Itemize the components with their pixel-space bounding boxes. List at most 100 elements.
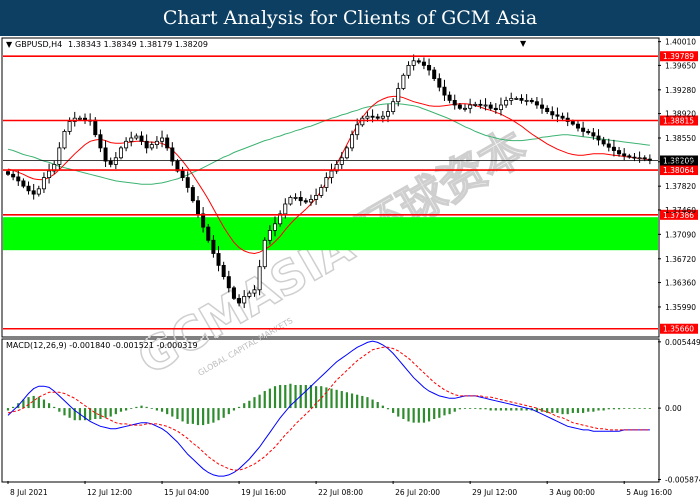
macd-histogram-bar (53, 406, 56, 409)
macd-histogram-bar (433, 408, 436, 420)
candle-body (124, 140, 129, 149)
y-tick-label: 1.37090 (665, 230, 696, 239)
candle-body (611, 146, 616, 151)
candle-body (560, 115, 565, 119)
candle-body (401, 74, 406, 89)
macd-histogram-bar (114, 408, 117, 415)
candle-body (314, 195, 319, 200)
candle-body (380, 115, 385, 119)
candle-body (575, 123, 580, 129)
x-tick-label: 5 Aug 16:00 (626, 488, 672, 497)
candle-body (339, 157, 344, 165)
macd-histogram-bar (561, 408, 564, 415)
candle-body (447, 94, 452, 101)
candle-body (606, 143, 611, 148)
macd-histogram-bar (27, 397, 30, 409)
macd-histogram-bar (150, 408, 153, 409)
candle-body (442, 86, 447, 96)
candle-body (206, 226, 211, 241)
candle-body (77, 117, 82, 120)
macd-histogram-bar (356, 394, 359, 409)
y-tick-label: 1.36720 (665, 255, 696, 264)
macd-histogram-bar (551, 408, 554, 413)
support-zone (3, 217, 658, 251)
macd-histogram-bar (638, 408, 641, 409)
macd-histogram-bar (576, 408, 580, 413)
macd-histogram-bar (345, 392, 349, 409)
candle-body (308, 198, 313, 203)
candle-body (642, 157, 647, 160)
y-tick-label: 1.36360 (665, 279, 696, 288)
macd-histogram-bar (104, 408, 107, 418)
candle-body (416, 60, 421, 63)
candle-body (329, 170, 334, 178)
candle-body (514, 98, 519, 100)
y-tick-label: 1.39650 (665, 61, 696, 70)
macd-histogram-bar (479, 408, 482, 410)
candle-body (185, 177, 190, 188)
menu-triangle-icon[interactable]: ▼ (6, 40, 13, 49)
macd-histogram-bar (12, 406, 15, 409)
macd-histogram-bar (340, 391, 343, 409)
macd-histogram-bar (515, 408, 518, 411)
candle-body (370, 115, 375, 118)
macd-histogram-bar (273, 386, 277, 409)
candle-body (67, 121, 72, 132)
macd-y-tick-label: 0.005449 (665, 338, 700, 347)
macd-histogram-bar (207, 408, 210, 424)
candle-body (6, 171, 11, 175)
macd-histogram-bar (648, 408, 651, 409)
candle-body (252, 289, 257, 294)
candle-body (139, 135, 144, 142)
macd-histogram-bar (628, 408, 631, 409)
macd-histogram-bar (546, 408, 549, 413)
macd-histogram-bar (371, 399, 374, 409)
macd-y-tick-label: -0.005874 (665, 475, 700, 484)
macd-histogram-bar (243, 403, 246, 409)
macd-histogram-bar (582, 408, 585, 413)
x-tick-label: 12 Jul 12:00 (87, 488, 132, 497)
macd-histogram-bar (597, 408, 600, 411)
macd-histogram-bar (376, 401, 379, 409)
instrument-label: GBPUSD,H4 (15, 40, 62, 49)
macd-histogram-bar (499, 408, 503, 411)
y-tick-label: 1.38550 (665, 134, 696, 143)
candle-body (421, 61, 426, 66)
macd-histogram-bar (268, 388, 271, 409)
ohlc-label: 1.38343 1.38349 1.38179 1.38209 (68, 40, 208, 49)
price-chart: GCMASIA 环球资本 GLOBAL CAPITAL MARKETS 1.39… (1, 37, 700, 497)
macd-histogram-bar (294, 384, 297, 409)
x-tick-label: 22 Jul 08:00 (318, 488, 363, 497)
candle-body (11, 173, 16, 178)
macd-histogram-bar (171, 408, 174, 417)
macd-histogram-bar (504, 408, 508, 411)
x-tick-label: 29 Jul 12:00 (472, 488, 517, 497)
x-tick-label: 19 Jul 16:00 (241, 488, 286, 497)
candle-body (129, 137, 134, 142)
chart-banner-title: Chart Analysis for Clients of GCM Asia (0, 0, 700, 36)
y-tick-label: 1.38190 (665, 158, 696, 167)
candle-body (498, 104, 503, 111)
candle-body (488, 104, 493, 109)
macd-histogram-bar (109, 408, 112, 417)
candle-body (534, 101, 539, 106)
candle-body (591, 132, 596, 137)
candle-body (550, 111, 555, 116)
candle-body (493, 107, 498, 111)
candle-body (190, 187, 195, 202)
shift-marker-icon[interactable]: ▼ (520, 39, 527, 48)
macd-histogram-bar (186, 408, 189, 424)
macd-histogram-bar (633, 408, 636, 409)
y-tick-label: 1.39280 (665, 86, 696, 95)
macd-histogram-bar (89, 408, 92, 421)
macd-histogram-bar (279, 384, 282, 409)
candle-body (211, 239, 216, 254)
candle-body (406, 64, 411, 76)
macd-histogram-bar (422, 408, 426, 423)
candle-body (540, 104, 545, 109)
candle-body (303, 200, 308, 203)
candle-body (283, 203, 288, 215)
candle-body (165, 137, 170, 149)
candle-body (226, 276, 231, 289)
y-tick-label: 1.37820 (665, 182, 696, 191)
